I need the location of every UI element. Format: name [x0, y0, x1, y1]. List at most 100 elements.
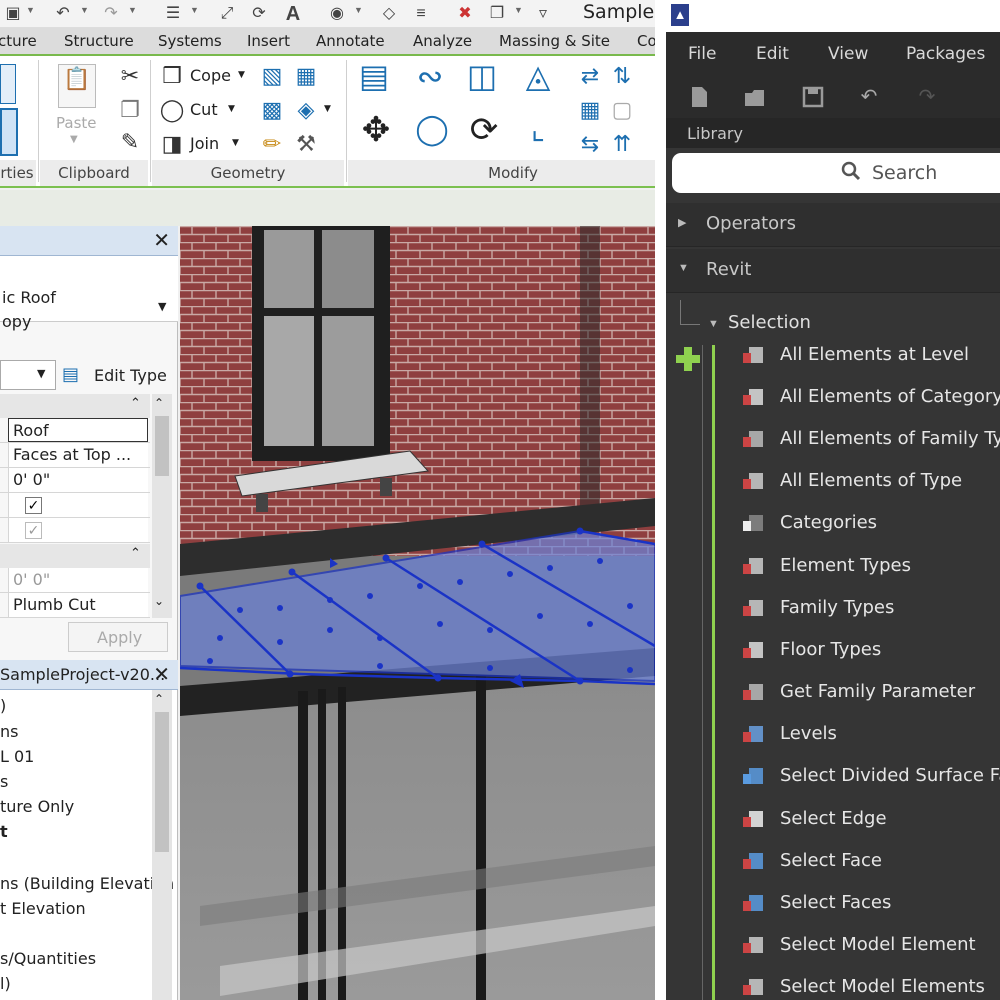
edit-type-button[interactable]: ▤ Edit Type	[58, 360, 168, 390]
prop-value[interactable]: 0' 0"	[8, 468, 148, 492]
node-select-faces[interactable]: Select Faces	[716, 882, 1000, 924]
node-family-types[interactable]: Family Types	[716, 587, 1000, 629]
collapse-icon[interactable]: ⌃	[130, 396, 141, 411]
scroll-thumb[interactable]	[155, 416, 169, 476]
checkbox[interactable]: ✓	[25, 497, 42, 514]
join-label[interactable]: Join	[190, 134, 219, 153]
thin-lines-icon[interactable]: ≡	[410, 3, 432, 25]
node-select-divided-surface[interactable]: Select Divided Surface Far	[716, 755, 1000, 797]
cut-geometry-icon[interactable]: ◯	[158, 96, 186, 124]
tab-analyze[interactable]: Analyze	[413, 32, 472, 50]
tab-structure[interactable]: Structure	[64, 32, 134, 50]
tab-annotate[interactable]: Annotate	[316, 32, 385, 50]
node-categories[interactable]: Categories	[716, 502, 1000, 544]
filter-dropdown-icon[interactable]: ▼	[37, 367, 45, 380]
type-selector[interactable]: ic Roof opy ▼	[0, 256, 178, 331]
tree-item[interactable]: s	[0, 772, 8, 791]
switch-caret-icon[interactable]: ▼	[514, 5, 523, 15]
scroll-thumb[interactable]	[155, 712, 169, 852]
prop-value[interactable]: 0' 0"	[8, 568, 148, 592]
cut-caret-icon[interactable]: ▼	[228, 104, 235, 114]
join-icon[interactable]: ◨	[158, 130, 186, 158]
tab-architecture[interactable]: cture	[0, 32, 37, 50]
move-icon[interactable]: ✥	[356, 113, 396, 156]
properties-scrollbar[interactable]: ⌃ ⌄	[152, 394, 172, 618]
tab-massing-site[interactable]: Massing & Site	[499, 32, 610, 50]
align-modify-icon[interactable]: ▤	[354, 60, 394, 102]
instance-filter-select[interactable]: ▼	[0, 360, 56, 390]
scroll-down-icon[interactable]: ⌄	[154, 594, 164, 608]
subcategory-selection[interactable]: Selection	[728, 312, 811, 333]
split-gap-icon[interactable]: ⇅	[608, 62, 636, 90]
hammer-icon[interactable]: ⚒	[292, 130, 320, 158]
split-icon[interactable]: ⇄	[576, 62, 604, 90]
redo-icon[interactable]: ↷	[100, 3, 122, 25]
align-icon[interactable]: ☰	[162, 3, 184, 25]
menu-file[interactable]: File	[688, 44, 716, 64]
undo-icon[interactable]: ↶	[856, 84, 882, 110]
tree-item[interactable]: )	[0, 696, 6, 715]
offset-icon[interactable]: ∾	[410, 60, 450, 102]
checkbox[interactable]: ✓	[25, 522, 42, 539]
undo-caret-icon[interactable]: ▼	[80, 5, 89, 15]
properties-icon[interactable]	[0, 64, 16, 104]
tree-item[interactable]: L 01	[0, 747, 34, 766]
split-face-icon[interactable]: ▧	[258, 62, 286, 90]
caret-icon[interactable]: ▼	[26, 5, 35, 15]
wall-joins-icon[interactable]: ▩	[258, 96, 286, 124]
cope-icon[interactable]: ❒	[158, 62, 186, 90]
pin-icon[interactable]: ⇆	[576, 130, 604, 158]
menu-packages[interactable]: Packages	[906, 44, 985, 64]
menu-view[interactable]: View	[828, 44, 868, 64]
prop-value[interactable]: Faces at Top ...	[8, 443, 148, 467]
paint-icon[interactable]: ▦	[292, 62, 320, 90]
tree-item[interactable]: ns (Building Elevation	[0, 874, 174, 893]
close-icon[interactable]: ✕	[153, 228, 170, 253]
node-select-face[interactable]: Select Face	[716, 840, 1000, 882]
cope-label[interactable]: Cope	[190, 66, 231, 85]
new-file-icon[interactable]	[686, 84, 712, 110]
prop-value[interactable]: Plumb Cut	[8, 593, 148, 617]
open-icon[interactable]: ▣	[2, 3, 24, 25]
cope-caret-icon[interactable]: ▼	[238, 70, 245, 80]
scroll-up-icon[interactable]: ⌃	[154, 396, 164, 410]
3d-caret-icon[interactable]: ▼	[354, 5, 363, 15]
undo-icon[interactable]: ↶	[52, 3, 74, 25]
apply-button[interactable]: Apply	[68, 622, 168, 652]
library-category-revit[interactable]: ▼ Revit	[666, 249, 1000, 293]
tree-item[interactable]: l)	[0, 974, 11, 993]
node-all-elements-of-category[interactable]: All Elements of Category	[716, 376, 1000, 418]
type-properties-icon[interactable]	[0, 108, 18, 156]
tree-item[interactable]: ns	[0, 722, 18, 741]
close-icon[interactable]: ✕	[153, 662, 170, 687]
measure-icon[interactable]: ⤢	[216, 3, 238, 25]
array-icon[interactable]: ▦	[576, 96, 604, 124]
tab-collaborate[interactable]: Co	[637, 32, 655, 50]
linework-icon[interactable]: ◈	[292, 96, 320, 124]
paste-icon[interactable]: 📋	[58, 64, 96, 108]
cut-label[interactable]: Cut	[190, 100, 218, 119]
node-all-elements-of-type[interactable]: All Elements of Type	[716, 460, 1000, 502]
demolish-icon[interactable]: ✏	[258, 130, 286, 158]
tree-item-active[interactable]: t	[0, 822, 8, 841]
collapse-arrow-icon[interactable]: ▼	[708, 318, 719, 330]
dimension-icon[interactable]: ⟳	[248, 3, 270, 25]
geometry-caret-icon[interactable]: ▼	[324, 104, 331, 114]
type-dropdown-icon[interactable]: ▼	[158, 300, 166, 313]
mirror-pick-axis-icon[interactable]: ◫	[462, 60, 502, 102]
match-properties-icon[interactable]: ✎	[116, 128, 144, 156]
cut-clipboard-icon[interactable]: ✂	[116, 62, 144, 90]
tree-item[interactable]: t Elevation	[0, 899, 86, 918]
mirror-draw-axis-icon[interactable]: ◬	[518, 60, 558, 102]
scroll-up-icon[interactable]: ⌃	[154, 692, 164, 706]
browser-scrollbar[interactable]: ⌃	[152, 690, 172, 1000]
text-icon[interactable]: A	[282, 3, 304, 25]
copy-icon[interactable]: ❐	[116, 96, 144, 124]
menu-edit[interactable]: Edit	[756, 44, 789, 64]
node-element-types[interactable]: Element Types	[716, 545, 1000, 587]
library-category-operators[interactable]: ▶ Operators	[666, 203, 1000, 247]
node-all-elements-at-level[interactable]: All Elements at Level	[716, 334, 1000, 376]
collapse-icon[interactable]: ⌃	[130, 546, 141, 561]
group-header[interactable]: ⌃	[0, 394, 150, 418]
trim-extend-icon[interactable]: ⌞	[518, 115, 558, 156]
